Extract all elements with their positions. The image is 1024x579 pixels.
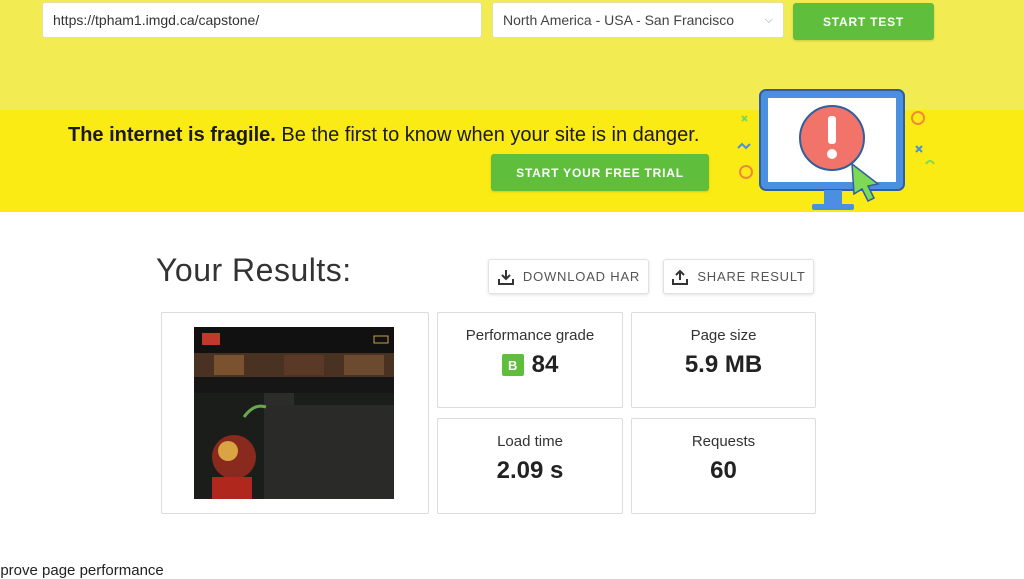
download-har-button[interactable]: DOWNLOAD HAR [488,259,649,294]
page-screenshot-thumbnail [194,327,394,499]
promo-headline-bold: The internet is fragile. [68,124,276,146]
url-input[interactable] [42,2,482,38]
section-heading-improve: nprove page performance [0,562,164,579]
page-size-label: Page size [690,327,757,344]
page-screenshot-card [161,312,429,514]
location-select-value: North America - USA - San Francisco [503,12,735,28]
load-time-card: Load time 2.09 s [437,418,623,514]
download-har-label: DOWNLOAD HAR [522,269,641,284]
monitor-alert-illustration [737,89,935,210]
page-size-card: Page size 5.9 MB [631,312,816,408]
load-time-value: 2.09 s [496,457,564,484]
start-test-button[interactable]: START TEST [793,3,934,40]
page-size-value: 5.9 MB [684,351,763,378]
promo-headline: The internet is fragile. Be the first to… [68,124,699,147]
start-free-trial-button[interactable]: START YOUR FREE TRIAL [491,154,709,191]
location-select[interactable]: North America - USA - San Francisco ⌵ [492,2,784,38]
performance-grade-label: Performance grade [465,327,595,344]
performance-grade-card: Performance grade B 84 [437,312,623,408]
download-icon [497,269,514,285]
performance-grade-value-row: B 84 [438,351,622,379]
share-result-button[interactable]: SHARE RESULT [663,259,814,294]
results-title: Your Results: [156,252,352,288]
requests-card: Requests 60 [631,418,816,514]
performance-grade-value: 84 [531,351,559,378]
requests-value: 60 [710,457,737,484]
share-icon [672,269,689,285]
promo-headline-rest: Be the first to know when your site is i… [275,124,700,146]
load-time-label: Load time [497,433,563,450]
grade-badge: B [501,354,524,376]
requests-label: Requests [691,433,756,450]
chevron-down-icon: ⌵ [764,13,773,26]
share-result-label: SHARE RESULT [697,269,806,284]
